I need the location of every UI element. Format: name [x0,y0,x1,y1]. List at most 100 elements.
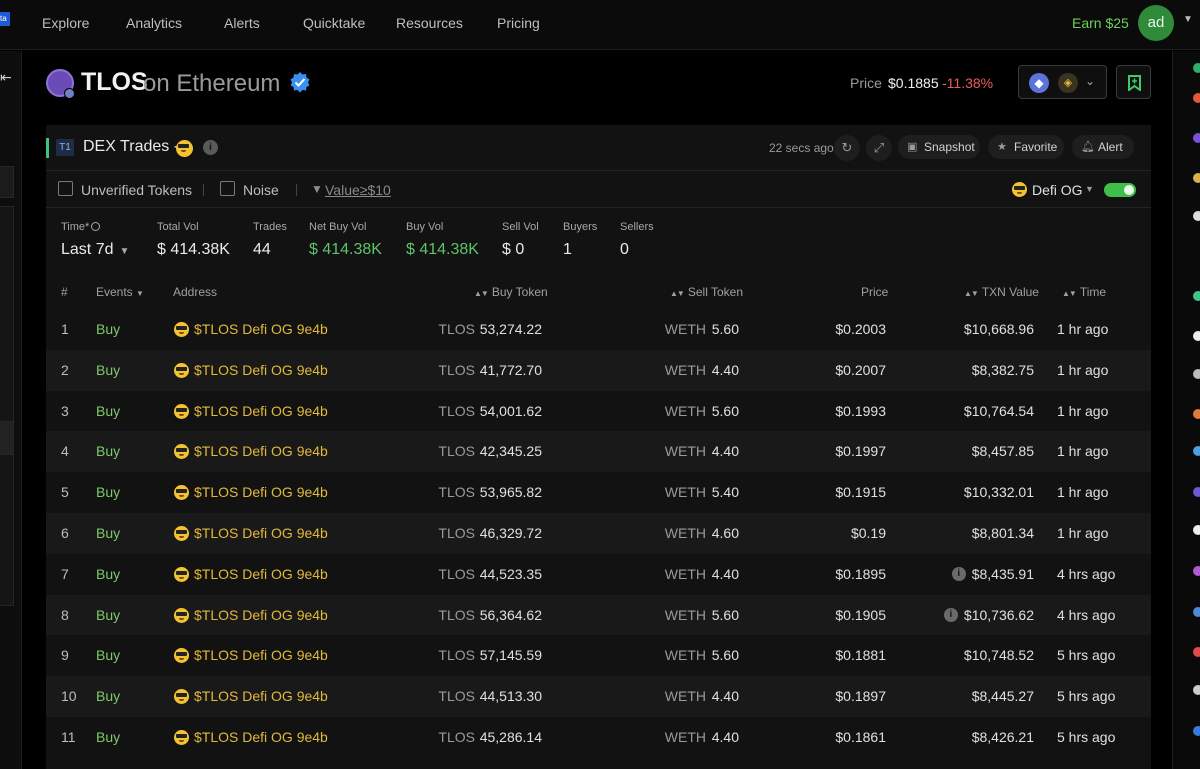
snapshot-button[interactable]: ▣ Snapshot [898,135,980,159]
table-row[interactable]: 4 Buy $TLOS Defi OG 9e4b TLOS 42,345.25 … [46,431,1151,473]
nav-resources[interactable]: Resources [396,15,463,31]
table-row[interactable]: 2 Buy $TLOS Defi OG 9e4b TLOS 41,772.70 … [46,349,1151,391]
table-row[interactable]: 10 Buy $TLOS Defi OG 9e4b TLOS 44,513.30… [46,676,1151,717]
unverified-checkbox[interactable] [58,181,73,196]
favorite-button[interactable]: ★ Favorite [988,135,1064,159]
row-sell-symbol[interactable]: WETH [665,729,706,745]
row-sell-symbol[interactable]: WETH [665,525,706,541]
row-sell-symbol[interactable]: WETH [665,607,706,623]
row-time[interactable]: 1 hr ago [1057,525,1108,541]
watchlist-token-icon[interactable] [1193,685,1200,695]
nav-explore[interactable]: Explore [42,15,89,31]
alert-button[interactable]: 🔔︎ Alert [1072,135,1134,159]
watchlist-token-icon[interactable] [1193,566,1200,576]
row-address[interactable]: $TLOS Defi OG 9e4b [194,647,328,663]
table-row[interactable]: 3 Buy $TLOS Defi OG 9e4b TLOS 54,001.62 … [46,391,1151,432]
avatar[interactable]: ad [1138,5,1174,41]
col-sell-token[interactable]: ▲▼ Sell Token [670,285,743,299]
row-address[interactable]: $TLOS Defi OG 9e4b [194,688,328,704]
refresh-icon[interactable]: ↻ [834,135,860,161]
row-address[interactable]: $TLOS Defi OG 9e4b [194,566,328,582]
info-icon[interactable]: i [203,140,218,155]
row-address[interactable]: $TLOS Defi OG 9e4b [194,321,328,337]
row-sell-symbol[interactable]: WETH [665,321,706,337]
row-address[interactable]: $TLOS Defi OG 9e4b [194,484,328,500]
row-time[interactable]: 1 hr ago [1057,403,1108,419]
row-address[interactable]: $TLOS Defi OG 9e4b [194,403,328,419]
chain-selector[interactable]: ◆ ◈ ⌄ [1018,65,1107,99]
nav-analytics[interactable]: Analytics [126,15,182,31]
row-time[interactable]: 5 hrs ago [1057,729,1115,745]
row-time[interactable]: 1 hr ago [1057,321,1108,337]
nav-alerts[interactable]: Alerts [224,15,260,31]
bookmark-button[interactable] [1116,65,1151,99]
table-row[interactable]: 9 Buy $TLOS Defi OG 9e4b TLOS 57,145.59 … [46,635,1151,676]
row-sell-symbol[interactable]: WETH [665,647,706,663]
watchlist-token-icon[interactable] [1193,173,1200,183]
row-buy-symbol[interactable]: TLOS [438,566,475,582]
chevron-down-icon[interactable]: ▼ [1085,184,1094,194]
earn-link[interactable]: Earn $25 [1072,15,1129,31]
info-icon[interactable]: i [951,566,966,581]
col-buy-token[interactable]: ▲▼ Buy Token [474,285,548,299]
row-address[interactable]: $TLOS Defi OG 9e4b [194,729,328,745]
watchlist-token-icon[interactable] [1193,487,1200,497]
row-time[interactable]: 4 hrs ago [1057,566,1115,582]
watchlist-token-icon[interactable] [1193,93,1200,103]
row-sell-symbol[interactable]: WETH [665,688,706,704]
watchlist-token-icon[interactable] [1193,607,1200,617]
table-row[interactable]: 11 Buy $TLOS Defi OG 9e4b TLOS 45,286.14… [46,717,1151,758]
watchlist-token-icon[interactable] [1193,647,1200,657]
table-row[interactable]: 5 Buy $TLOS Defi OG 9e4b TLOS 53,965.82 … [46,472,1151,513]
row-sell-symbol[interactable]: WETH [665,362,706,378]
row-buy-symbol[interactable]: TLOS [438,484,475,500]
row-buy-symbol[interactable]: TLOS [438,607,475,623]
row-time[interactable]: 1 hr ago [1057,443,1108,459]
time-range-select[interactable]: Last 7d ▼ [61,241,129,259]
row-time[interactable]: 1 hr ago [1057,484,1108,500]
row-sell-symbol[interactable]: WETH [665,403,706,419]
row-address[interactable]: $TLOS Defi OG 9e4b [194,362,328,378]
row-buy-symbol[interactable]: TLOS [438,321,475,337]
row-buy-symbol[interactable]: TLOS [438,443,475,459]
row-buy-symbol[interactable]: TLOS [438,362,475,378]
watchlist-token-icon[interactable] [1193,726,1200,736]
watchlist-token-icon[interactable] [1193,369,1200,379]
watchlist-token-icon[interactable] [1193,446,1200,456]
table-row[interactable]: 6 Buy $TLOS Defi OG 9e4b TLOS 46,329.72 … [46,512,1151,554]
watchlist-token-icon[interactable] [1193,291,1200,301]
row-time[interactable]: 1 hr ago [1057,362,1108,378]
row-sell-symbol[interactable]: WETH [665,484,706,500]
watchlist-token-icon[interactable] [1193,525,1200,535]
chevron-down-icon[interactable]: ▼ [1183,14,1193,25]
nav-pricing[interactable]: Pricing [497,15,540,31]
watchlist-token-icon[interactable] [1193,331,1200,341]
row-time[interactable]: 5 hrs ago [1057,688,1115,704]
expand-icon[interactable]: ⤢ [866,135,892,161]
row-time[interactable]: 5 hrs ago [1057,647,1115,663]
nav-logo-stub[interactable]: ta [0,12,10,26]
row-sell-symbol[interactable]: WETH [665,443,706,459]
row-buy-symbol[interactable]: TLOS [438,525,475,541]
table-row[interactable]: 7 Buy $TLOS Defi OG 9e4b TLOS 44,523.35 … [46,554,1151,595]
row-buy-symbol[interactable]: TLOS [438,647,475,663]
col-time[interactable]: ▲▼ Time [1062,285,1106,299]
watchlist-token-icon[interactable] [1193,133,1200,143]
row-time[interactable]: 4 hrs ago [1057,607,1115,623]
entity-filter[interactable]: Defi OG [1032,182,1083,198]
table-row[interactable]: 1 Buy $TLOS Defi OG 9e4b TLOS 53,274.22 … [46,309,1151,350]
row-address[interactable]: $TLOS Defi OG 9e4b [194,443,328,459]
row-buy-symbol[interactable]: TLOS [438,403,475,419]
row-address[interactable]: $TLOS Defi OG 9e4b [194,525,328,541]
row-buy-symbol[interactable]: TLOS [438,688,475,704]
col-txn-value[interactable]: ▲▼ TXN Value [964,285,1039,299]
sidebar-collapse-icon[interactable]: ⇤ [0,69,12,86]
watchlist-token-icon[interactable] [1193,63,1200,73]
filter-icon[interactable]: ▼ [311,182,323,196]
value-filter[interactable]: Value≥$10 [325,182,391,198]
noise-checkbox[interactable] [220,181,235,196]
table-row[interactable]: 8 Buy $TLOS Defi OG 9e4b TLOS 56,364.62 … [46,594,1151,636]
watchlist-token-icon[interactable] [1193,211,1200,221]
watchlist-token-icon[interactable] [1193,409,1200,419]
entity-toggle[interactable] [1104,183,1136,197]
